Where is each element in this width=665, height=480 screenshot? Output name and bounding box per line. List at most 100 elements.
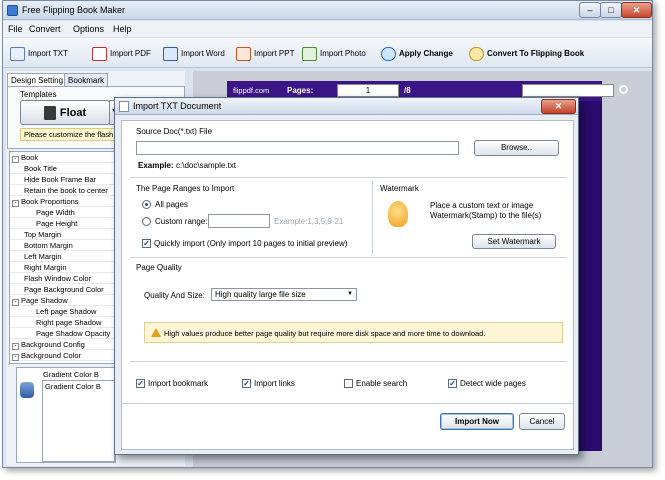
tree-item-label: Background Color bbox=[21, 351, 82, 360]
tree-item[interactable]: Page Width bbox=[10, 207, 115, 218]
collapse-icon[interactable]: - bbox=[12, 156, 19, 163]
tree-item[interactable]: Right page Shadow bbox=[10, 317, 115, 328]
custom-range-radio[interactable] bbox=[142, 217, 151, 226]
watermark-title: Watermark bbox=[380, 184, 419, 193]
import-now-button[interactable]: Import Now bbox=[440, 413, 514, 430]
menu-options[interactable]: Options bbox=[73, 24, 104, 34]
import-ppt-button[interactable]: Import PPT bbox=[236, 45, 294, 62]
ppt-file-icon bbox=[236, 46, 251, 61]
template-name: Float bbox=[59, 106, 87, 119]
search-icon[interactable] bbox=[619, 85, 628, 94]
pdf-file-icon bbox=[92, 46, 107, 61]
menu-file[interactable]: File bbox=[8, 24, 23, 34]
browse-button[interactable]: Browse.. bbox=[474, 140, 559, 156]
tree-item[interactable]: - Book Proportions bbox=[10, 196, 115, 207]
tree-item-label: Right Margin bbox=[24, 263, 67, 272]
apply-change-button[interactable]: Apply Change bbox=[381, 45, 453, 62]
tree-item[interactable]: Flash Window Color bbox=[10, 273, 115, 284]
tree-item[interactable]: Right Margin bbox=[10, 262, 115, 273]
tree-item[interactable]: Left page Shadow bbox=[10, 306, 115, 317]
page-number-input[interactable]: 1 bbox=[337, 84, 399, 97]
import-word-label: Import Word bbox=[181, 49, 225, 58]
tree-item[interactable]: Left Margin bbox=[10, 251, 115, 262]
warning-icon bbox=[151, 328, 161, 337]
cancel-button[interactable]: Cancel bbox=[519, 413, 565, 430]
tree-item[interactable]: Retain the book to center bbox=[10, 185, 115, 196]
close-button[interactable]: ✕ bbox=[621, 2, 652, 18]
import-pdf-button[interactable]: Import PDF bbox=[92, 45, 151, 62]
tree-item[interactable]: - Background Config bbox=[10, 339, 115, 350]
import-bookmark-label: Import bookmark bbox=[148, 379, 209, 388]
all-pages-radio[interactable] bbox=[142, 200, 151, 209]
page-total: /8 bbox=[404, 86, 411, 95]
example-path: c:\doc\sample.txt bbox=[176, 161, 237, 170]
tab-design-setting[interactable]: Design Setting bbox=[7, 73, 68, 86]
menu-bar: File Convert Options Help bbox=[3, 21, 652, 37]
watermark-desc-line2: Watermark(Stamp) to the file(s) bbox=[430, 211, 542, 220]
tree-item-label: Background Config bbox=[21, 340, 85, 349]
enable-search-label: Enable search bbox=[356, 379, 408, 388]
tree-item[interactable]: Top Margin bbox=[10, 229, 115, 240]
tree-item[interactable]: Page Shadow Opacity bbox=[10, 328, 115, 339]
tree-item-label: Top Margin bbox=[24, 230, 62, 239]
convert-button[interactable]: Convert To Flipping Book bbox=[469, 45, 584, 62]
detect-wide-pages-label: Detect wide pages bbox=[460, 379, 526, 388]
gradient-panel: Gradient Color B Gradient Color B bbox=[16, 367, 116, 463]
gradient-label: Gradient Color B bbox=[43, 370, 99, 379]
quality-select[interactable]: High quality large file size ▼ bbox=[211, 288, 357, 301]
book-icon bbox=[43, 105, 56, 120]
divider bbox=[130, 177, 567, 178]
maximize-button[interactable]: □ bbox=[600, 2, 622, 18]
minimize-button[interactable]: – bbox=[579, 2, 601, 18]
divider bbox=[130, 361, 567, 362]
custom-range-input[interactable] bbox=[208, 214, 270, 228]
tree-item[interactable]: Page Background Color bbox=[10, 284, 115, 295]
vertical-divider bbox=[372, 181, 373, 254]
set-watermark-button[interactable]: Set Watermark bbox=[472, 234, 556, 249]
import-links-checkbox[interactable]: ✓ bbox=[242, 379, 251, 388]
app-logo-icon bbox=[7, 5, 18, 16]
tree-item-label: Page Height bbox=[36, 219, 78, 228]
tree-item[interactable]: Page Height bbox=[10, 218, 115, 229]
detect-wide-pages-checkbox[interactable]: ✓ bbox=[448, 379, 457, 388]
menu-convert[interactable]: Convert bbox=[29, 24, 61, 34]
menu-help[interactable]: Help bbox=[113, 24, 132, 34]
tree-item[interactable]: - Page Shadow bbox=[10, 295, 115, 306]
import-txt-button[interactable]: Import TXT bbox=[10, 45, 68, 62]
quality-label: Quality And Size: bbox=[144, 291, 205, 300]
tree-item-label: Bottom Margin bbox=[24, 241, 73, 250]
tree-item[interactable]: Book Title bbox=[10, 163, 115, 174]
import-photo-button[interactable]: Import Photo bbox=[302, 45, 366, 62]
dialog-close-button[interactable]: ✕ bbox=[541, 99, 576, 114]
template-button[interactable]: Float bbox=[20, 100, 110, 125]
tree-item[interactable]: - Background Color bbox=[10, 350, 115, 361]
customize-hint: Please customize the flash bbox=[20, 128, 118, 141]
tree-item[interactable]: Hide Book Frame Bar bbox=[10, 174, 115, 185]
custom-range-hint: Example:1,3,5,9-21 bbox=[274, 217, 344, 226]
tree-item-label: Page Shadow bbox=[21, 296, 68, 305]
tree-item[interactable]: - Book bbox=[10, 152, 115, 163]
collapse-icon[interactable]: - bbox=[12, 299, 19, 306]
gradient-description: Gradient Color B bbox=[45, 382, 101, 391]
tree-item[interactable]: Bottom Margin bbox=[10, 240, 115, 251]
database-icon bbox=[20, 382, 34, 398]
collapse-icon[interactable]: - bbox=[12, 343, 19, 350]
watermark-bulb-icon bbox=[388, 201, 408, 227]
import-word-button[interactable]: Import Word bbox=[163, 45, 225, 62]
convert-label: Convert To Flipping Book bbox=[487, 49, 585, 58]
watermark-desc-line1: Place a custom text or image bbox=[430, 201, 534, 210]
tree-item-label: Book Proportions bbox=[21, 197, 79, 206]
chevron-down-icon: ▼ bbox=[347, 291, 353, 297]
enable-search-checkbox[interactable] bbox=[344, 379, 353, 388]
tree-item-label: Flash Window Color bbox=[24, 274, 92, 283]
collapse-icon[interactable]: - bbox=[12, 200, 19, 207]
quickly-import-checkbox[interactable]: ✓ bbox=[142, 239, 151, 248]
collapse-icon[interactable]: - bbox=[12, 354, 19, 361]
custom-range-label: Custom range: bbox=[155, 217, 208, 226]
import-bookmark-checkbox[interactable]: ✓ bbox=[136, 379, 145, 388]
divider bbox=[122, 403, 573, 404]
tree-item-label: Page Background Color bbox=[24, 285, 104, 294]
preview-search-input[interactable] bbox=[522, 84, 614, 97]
source-file-input[interactable] bbox=[136, 141, 459, 155]
tab-bookmark[interactable]: Bookmark bbox=[64, 73, 109, 86]
